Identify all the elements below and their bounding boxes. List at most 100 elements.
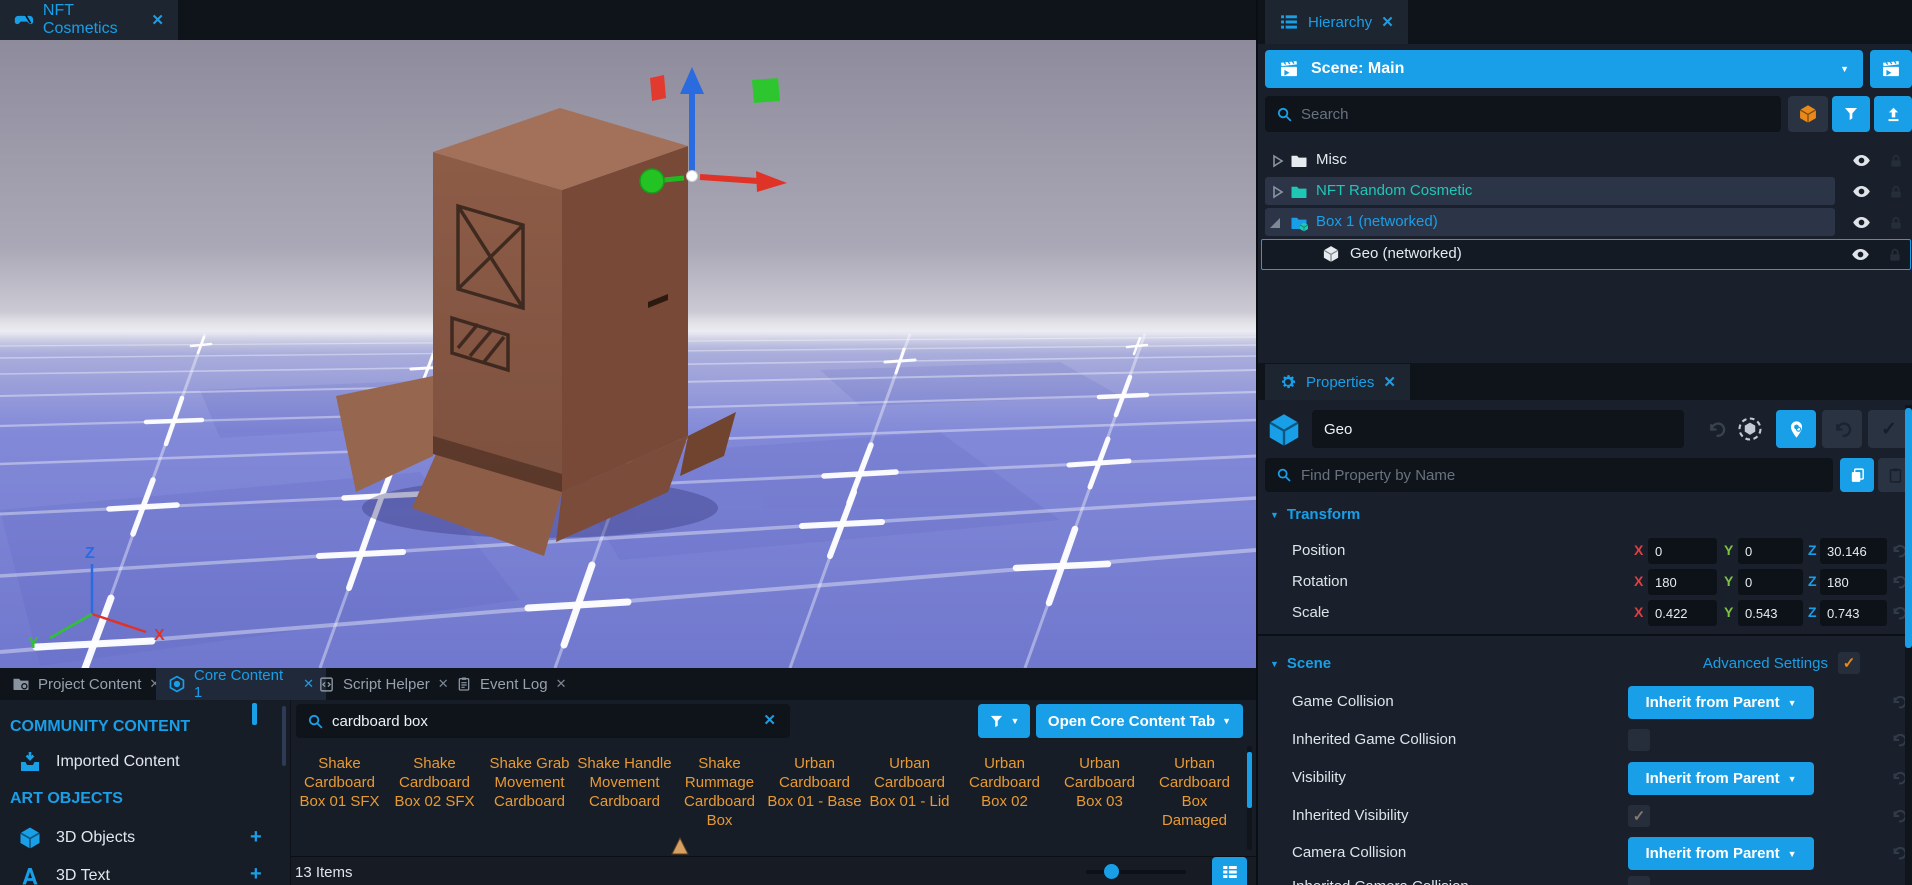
advanced-settings-checkbox[interactable]: ✓: [1838, 652, 1860, 674]
properties-scrollbar-thumb[interactable]: [1905, 408, 1912, 648]
expand-collapsed-icon[interactable]: [1270, 185, 1284, 199]
asset-tile[interactable]: Shake Grab Movement Cardboard: [482, 750, 577, 828]
transform-header[interactable]: ▼ Transform: [1270, 506, 1360, 523]
tab-script-helper[interactable]: Script Helper✕: [306, 668, 464, 700]
section-art-objects: ART OBJECTS: [10, 790, 123, 808]
visibility-eye-icon[interactable]: [1851, 245, 1870, 264]
reset-all-button[interactable]: [1822, 410, 1862, 448]
find-in-scene-button[interactable]: [1776, 410, 1816, 448]
filter-button[interactable]: ▼: [978, 704, 1030, 738]
scroll-indicator[interactable]: [252, 703, 257, 725]
asset-scrollbar-thumb[interactable]: [1247, 752, 1252, 808]
scene-header[interactable]: ▼ Scene: [1270, 655, 1331, 672]
checkmark-icon: ✓: [1633, 807, 1646, 825]
core-logo-icon: [14, 9, 34, 31]
publish-button[interactable]: [1874, 96, 1912, 132]
chevron-down-icon: ▼: [1788, 774, 1797, 784]
asset-search-input[interactable]: [296, 704, 790, 738]
open-core-content-tab-button[interactable]: Open Core Content Tab ▼: [1036, 704, 1243, 738]
lock-icon[interactable]: [1888, 153, 1904, 169]
asset-tile[interactable]: Urban Cardboard Box 02: [957, 750, 1052, 828]
copy-properties-button[interactable]: [1840, 458, 1874, 492]
tree-row-box-1[interactable]: Box 1 (networked): [1258, 208, 1912, 237]
sidebar-item-3d-objects[interactable]: 3D Objects: [18, 826, 135, 850]
undo-icon[interactable]: [1706, 419, 1727, 440]
scene-selector-dropdown[interactable]: Scene: Main ▼: [1265, 50, 1863, 88]
viewport-3d[interactable]: Z X Y: [0, 40, 1256, 668]
template-filter-button[interactable]: [1788, 96, 1828, 132]
position-y-field[interactable]: [1738, 538, 1803, 564]
gizmo-y-axis[interactable]: [664, 178, 684, 180]
add-3d-objects-button[interactable]: +: [250, 826, 262, 849]
asset-scrollbar-track[interactable]: [1247, 746, 1252, 850]
asset-tile[interactable]: Shake Cardboard Box 02 SFX: [387, 750, 482, 828]
tab-nft-cosmetics[interactable]: NFT Cosmetics ✕: [0, 0, 178, 40]
position-x-field[interactable]: [1648, 538, 1717, 564]
view-mode-button[interactable]: [1212, 857, 1247, 885]
tab-event-log[interactable]: Event Log✕: [444, 668, 584, 700]
sidebar-item-imported-content[interactable]: Imported Content: [18, 750, 180, 774]
object-name-input[interactable]: [1312, 410, 1684, 448]
expand-expanded-icon[interactable]: [1268, 216, 1282, 230]
gizmo-red-cube[interactable]: [650, 75, 666, 101]
asset-tile[interactable]: Urban Cardboard Box 01 - Base: [767, 750, 862, 828]
asset-tile[interactable]: Shake Handle Movement Cardboard: [577, 750, 672, 828]
rotation-y-field[interactable]: [1738, 569, 1803, 595]
advanced-settings-label: Advanced Settings: [1638, 655, 1828, 672]
asset-tile[interactable]: Shake Cardboard Box 01 SFX: [292, 750, 387, 828]
sidebar-item-3d-text[interactable]: 3D Text: [18, 864, 110, 885]
tree-row-nft-random-cosmetic[interactable]: NFT Random Cosmetic: [1258, 177, 1912, 206]
asset-tile[interactable]: Shake Rummage Cardboard Box: [672, 750, 767, 828]
asset-tile[interactable]: Urban Cardboard Box 01 - Lid: [862, 750, 957, 828]
tab-hierarchy[interactable]: Hierarchy ✕: [1265, 0, 1408, 44]
add-3d-text-button[interactable]: +: [250, 863, 262, 885]
visibility-dropdown[interactable]: Inherit from Parent▼: [1628, 762, 1814, 795]
visibility-eye-icon[interactable]: [1852, 151, 1871, 170]
hierarchy-search-input[interactable]: [1265, 96, 1781, 132]
asset-tile[interactable]: Urban Cardboard Box Damaged: [1147, 750, 1242, 828]
tab-project-content[interactable]: Project Content✕: [0, 668, 176, 700]
sidebar-scrollbar-thumb[interactable]: [282, 706, 286, 766]
scene-settings-button[interactable]: [1870, 50, 1912, 88]
clear-search-icon[interactable]: ✕: [763, 711, 776, 729]
close-icon[interactable]: ✕: [556, 676, 567, 692]
reset-icon: [1832, 419, 1853, 440]
section-community-content: COMMUNITY CONTENT: [10, 718, 190, 736]
gizmo-green-cube[interactable]: [752, 78, 780, 103]
thumbnail-size-slider[interactable]: [1086, 870, 1186, 874]
slider-handle[interactable]: [1104, 864, 1119, 879]
scale-z-field[interactable]: [1820, 600, 1887, 626]
rotation-z-field[interactable]: [1820, 569, 1887, 595]
visibility-eye-icon[interactable]: [1852, 182, 1871, 201]
visibility-eye-icon[interactable]: [1852, 213, 1871, 232]
tree-row-misc[interactable]: Misc: [1258, 146, 1912, 175]
lock-icon[interactable]: [1888, 184, 1904, 200]
expand-collapsed-icon[interactable]: [1270, 154, 1284, 168]
lock-icon[interactable]: [1888, 215, 1904, 231]
lock-icon[interactable]: [1887, 247, 1903, 263]
scale-y-field[interactable]: [1738, 600, 1803, 626]
camera-collision-dropdown[interactable]: Inherit from Parent▼: [1628, 837, 1814, 870]
inherited-camera-collision-checkbox[interactable]: [1628, 876, 1650, 885]
gizmo-x-axis[interactable]: [700, 177, 758, 181]
properties-scrollbar-track[interactable]: [1905, 405, 1912, 885]
search-icon: [1276, 467, 1292, 483]
folder-icon: [1290, 183, 1308, 201]
networked-context-icon[interactable]: [1736, 415, 1764, 443]
inherited-visibility-checkbox[interactable]: ✓: [1628, 805, 1650, 827]
close-icon[interactable]: ✕: [1383, 373, 1396, 391]
asset-tile[interactable]: Urban Cardboard Box 03: [1052, 750, 1147, 828]
position-z-field[interactable]: [1820, 538, 1887, 564]
hierarchy-filter-button[interactable]: [1832, 96, 1870, 132]
tab-core-content[interactable]: Core Content 1✕: [156, 668, 326, 700]
rotation-x-field[interactable]: [1648, 569, 1717, 595]
apply-button[interactable]: ✓: [1868, 410, 1910, 448]
game-collision-dropdown[interactable]: Inherit from Parent▼: [1628, 686, 1814, 719]
close-icon[interactable]: ✕: [1381, 13, 1394, 31]
find-property-input[interactable]: [1265, 458, 1833, 492]
inherited-game-collision-checkbox[interactable]: [1628, 729, 1650, 751]
tab-properties[interactable]: Properties ✕: [1265, 364, 1410, 400]
close-icon[interactable]: ✕: [151, 11, 164, 29]
tree-row-geo-selected[interactable]: Geo (networked): [1261, 239, 1911, 270]
scale-x-field[interactable]: [1648, 600, 1717, 626]
